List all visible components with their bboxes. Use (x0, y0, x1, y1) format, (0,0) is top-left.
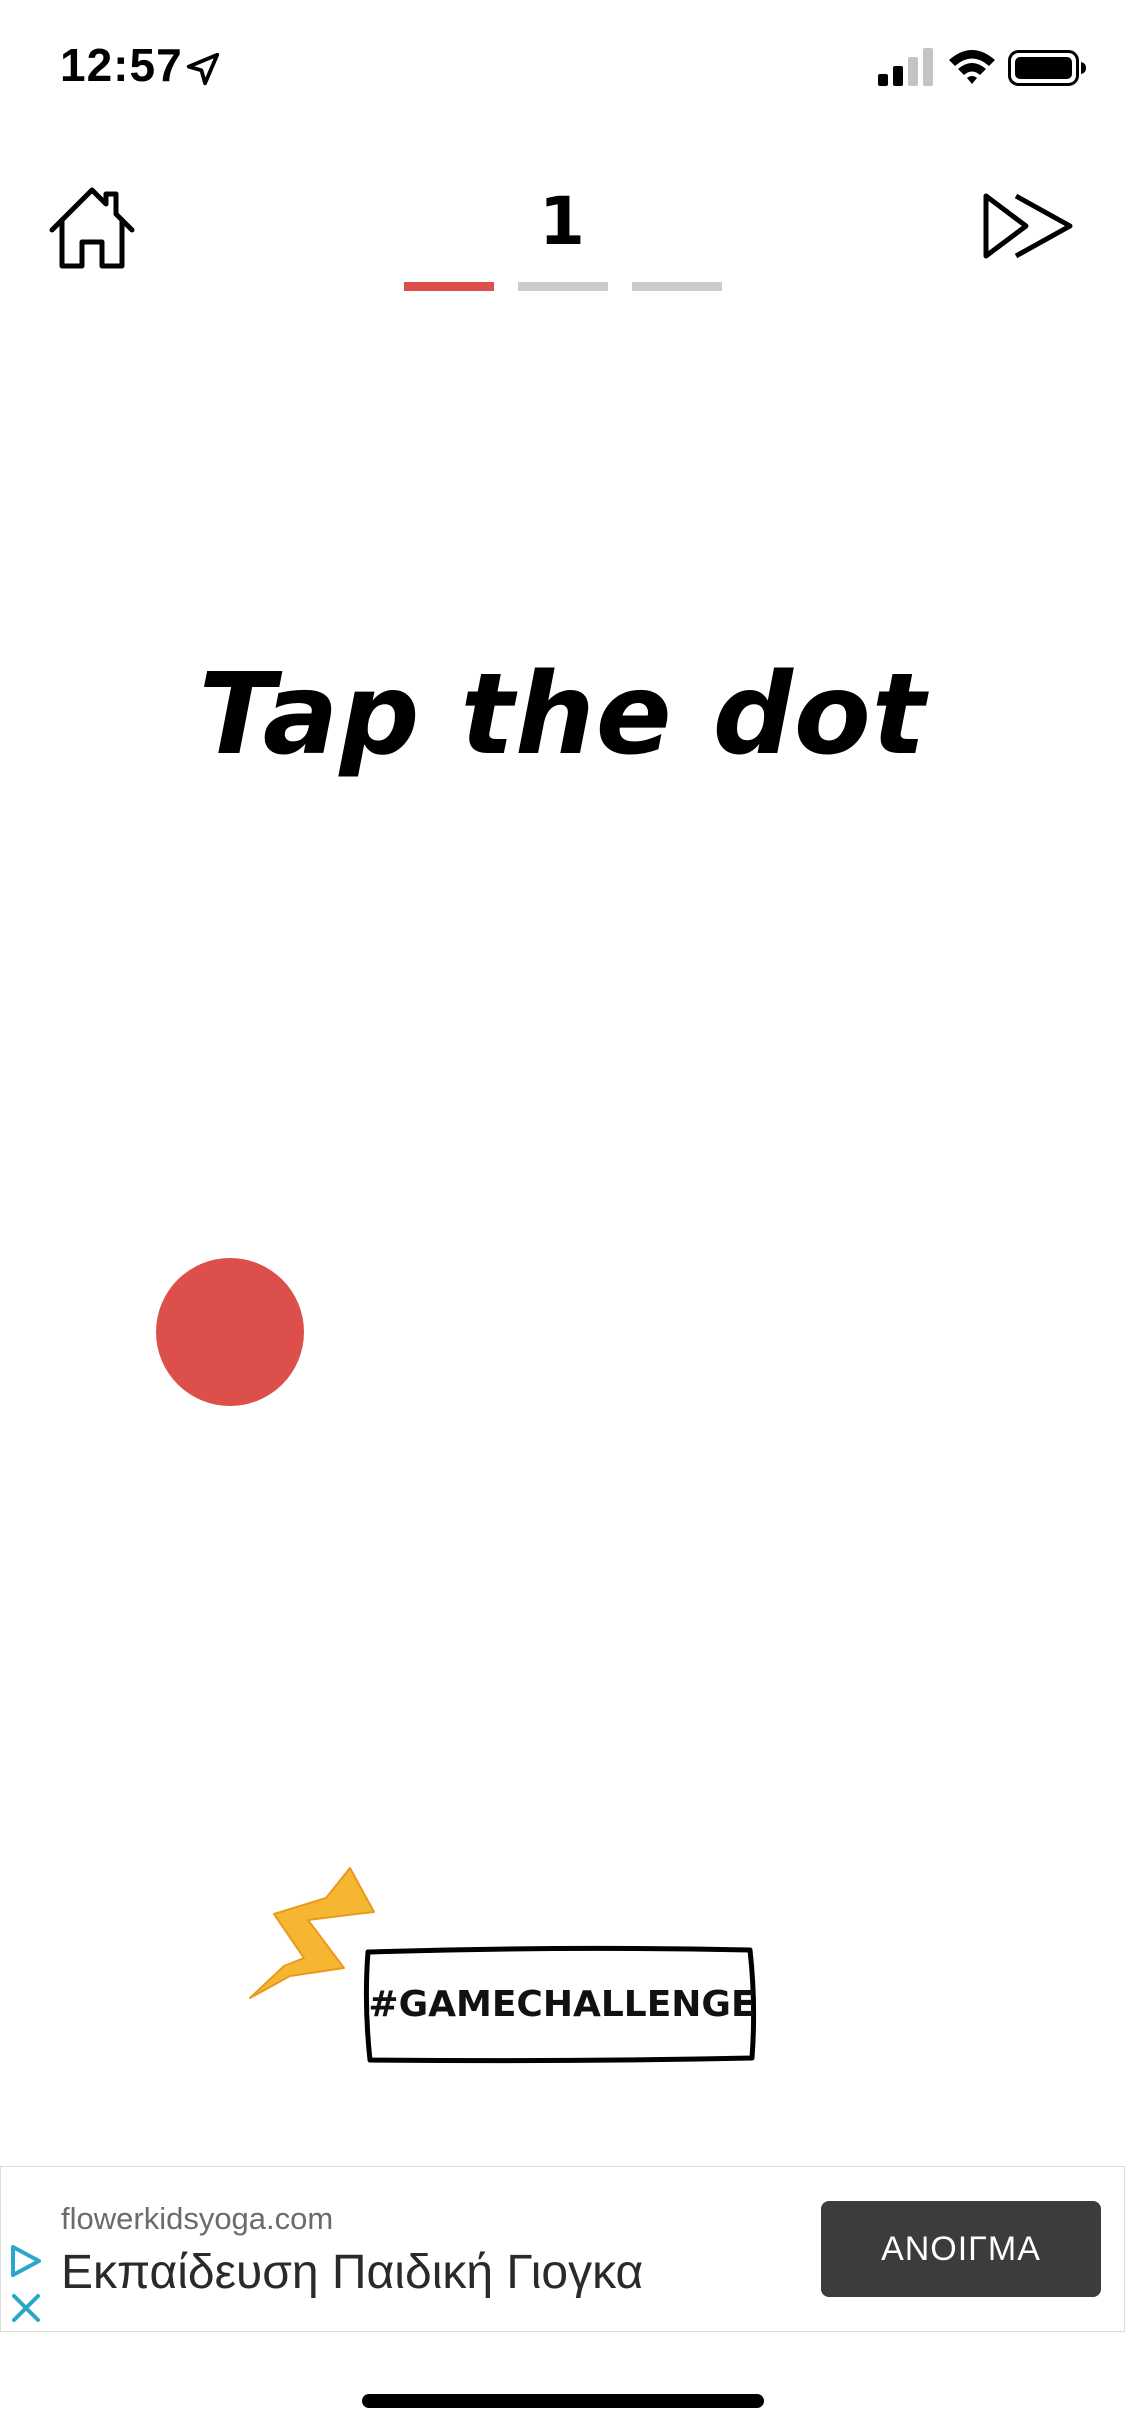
progress-segment (632, 282, 722, 291)
level-number: 1 (539, 183, 585, 260)
challenge-badge-text: #GAMECHALLENGE (368, 1984, 756, 2025)
progress-segment (518, 282, 608, 291)
ad-choices-icon[interactable] (7, 2243, 43, 2279)
fast-forward-icon (983, 193, 1073, 259)
close-icon[interactable] (9, 2291, 43, 2325)
home-indicator[interactable] (362, 2394, 764, 2408)
wifi-icon (949, 50, 995, 84)
cellular-signal-icon (878, 48, 933, 86)
status-time: 12:57 (60, 39, 183, 91)
home-button[interactable] (44, 180, 140, 276)
home-icon (49, 187, 135, 269)
skip-level-button[interactable] (980, 186, 1080, 266)
ad-banner[interactable]: flowerkidsyoga.com Εκπαίδευση Παιδική Γι… (0, 2166, 1125, 2332)
ad-domain: flowerkidsyoga.com (61, 2201, 334, 2236)
level-progress (404, 282, 724, 291)
ad-headline[interactable]: Εκπαίδευση Παιδική Γιογκα (61, 2245, 643, 2300)
location-arrow-icon (186, 52, 220, 86)
ad-open-button[interactable]: ΑΝΟΙΓΜΑ (821, 2201, 1101, 2297)
instruction-text: Tap the dot (198, 650, 927, 780)
progress-segment (404, 282, 494, 291)
battery-icon (1008, 50, 1086, 86)
target-dot[interactable] (156, 1258, 304, 1406)
status-bar: 12:57 (0, 0, 1125, 140)
